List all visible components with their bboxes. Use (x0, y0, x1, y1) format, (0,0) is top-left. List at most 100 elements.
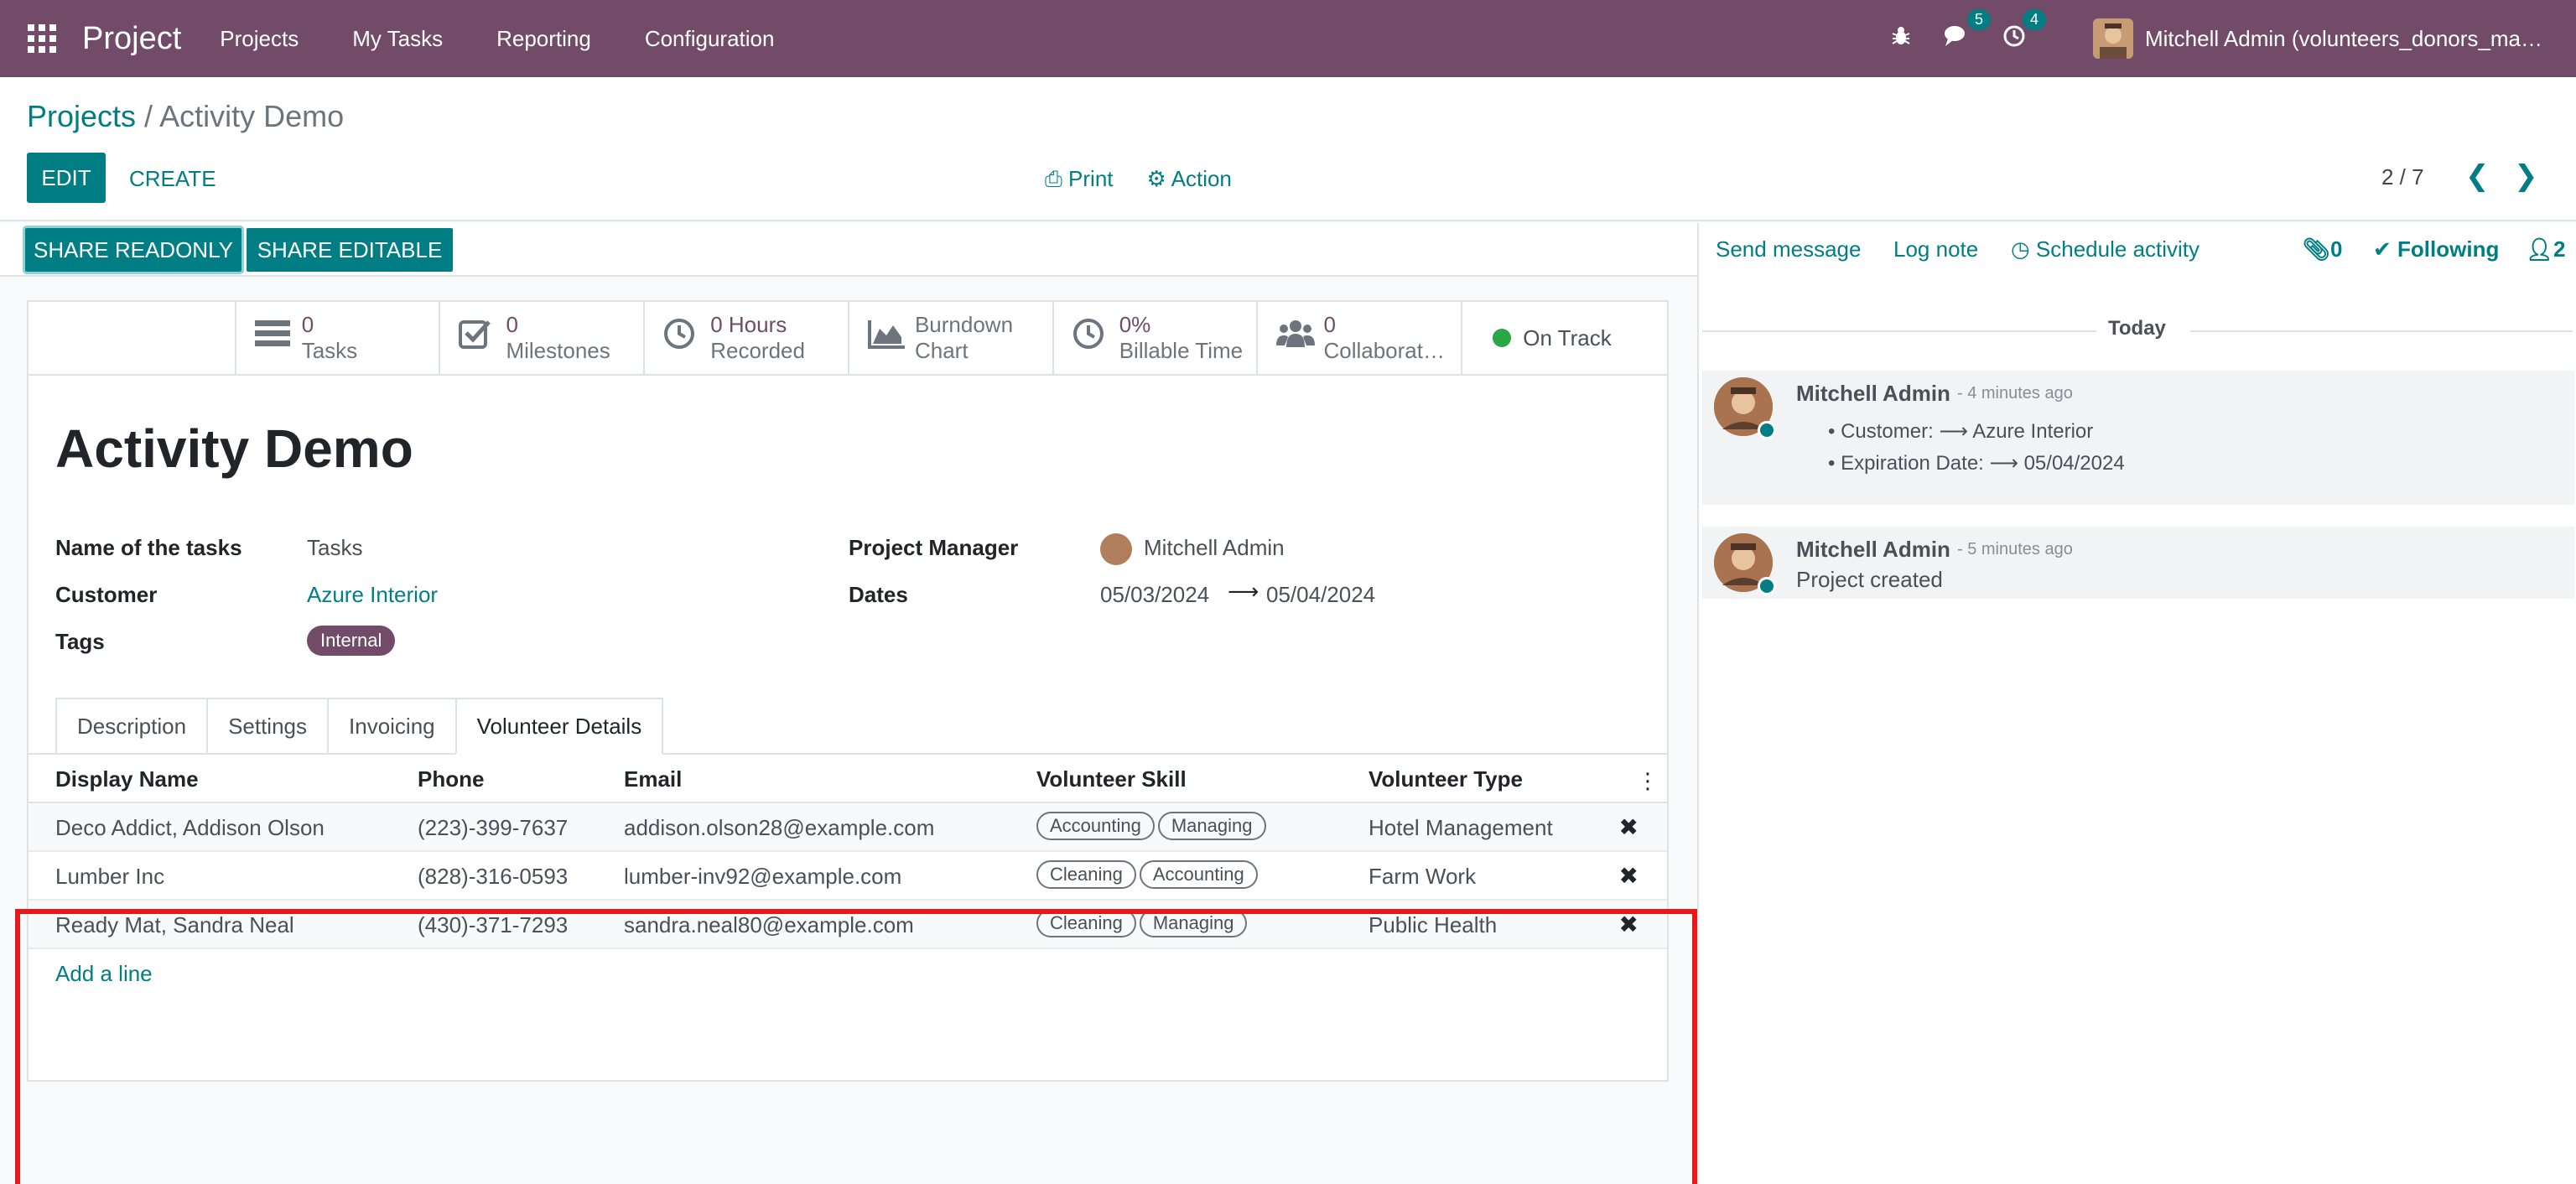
smart-buttons: 0 Tasks 0 Milestones 0 Hours Recorded Burnd… (29, 302, 1667, 376)
table-row[interactable]: Deco Addict, Addison Olson (223)-399-763… (29, 803, 1667, 852)
form-statusbar: SHARE READONLY SHARE EDITABLE (0, 223, 1697, 277)
cell-volunteer-type: Hotel Management (1368, 815, 1553, 840)
apps-menu-icon[interactable] (0, 0, 84, 77)
billable-percent: 0% (1119, 312, 1151, 337)
date-start[interactable]: 05/03/2024 (1100, 582, 1209, 608)
cell-email: lumber-inv92@example.com (624, 864, 902, 889)
smart-button-billable[interactable]: 0% Billable Time (1054, 302, 1259, 374)
gear-icon: ⚙ (1146, 166, 1166, 191)
print-label: Print (1068, 166, 1114, 191)
tracking-expiration: Expiration Date: ⟶ 05/04/2024 (1841, 452, 2125, 475)
smart-button-collaborators[interactable]: 0 Collaborat… (1258, 302, 1463, 374)
billable-label: Billable Time (1119, 338, 1244, 363)
tracking-line: • Customer: ⟶ Azure Interior (1828, 420, 2094, 443)
header-volunteer-type[interactable]: Volunteer Type (1368, 766, 1523, 792)
messages-count-badge: 5 (1966, 8, 1991, 30)
following-label: Following (2397, 236, 2500, 262)
user-name[interactable]: Mitchell Admin (volunteers_donors_ma… (2145, 26, 2542, 52)
project-title[interactable]: Activity Demo (55, 418, 413, 480)
cell-phone: (828)-316-0593 (418, 864, 569, 889)
message-author[interactable]: Mitchell Admin (1796, 537, 1950, 563)
tracking-customer: Customer: ⟶ Azure Interior (1841, 420, 2094, 443)
delete-row-icon[interactable]: ✖ (1619, 862, 1639, 890)
name-of-tasks-value[interactable]: Tasks (307, 535, 362, 561)
tracking-line: • Expiration Date: ⟶ 05/04/2024 (1828, 452, 2125, 475)
tab-invoicing[interactable]: Invoicing (327, 698, 455, 755)
menu-projects[interactable]: Projects (220, 26, 299, 52)
user-icon: 👤︎ (2526, 236, 2554, 262)
header-email[interactable]: Email (624, 766, 682, 792)
action-button[interactable]: ⚙ Action (1147, 166, 1232, 193)
app-name[interactable]: Project (82, 21, 181, 57)
online-status-dot (1758, 577, 1776, 595)
date-arrow-icon: ⟶ (1228, 579, 1259, 604)
breadcrumb-projects-link[interactable]: Projects (27, 99, 136, 133)
attachments-count: 0 (2330, 236, 2343, 262)
share-readonly-button[interactable]: SHARE READONLY (25, 228, 242, 272)
create-button[interactable]: CREATE (129, 166, 216, 192)
followers-button[interactable]: 👤︎2 (2526, 236, 2565, 262)
breadcrumb-current: Activity Demo (159, 99, 345, 133)
tab-settings[interactable]: Settings (206, 698, 328, 755)
tag-internal[interactable]: Internal (307, 626, 396, 656)
pager-value[interactable]: 2 / 7 (2381, 164, 2424, 190)
smart-button-hours-recorded[interactable]: 0 Hours Recorded (645, 302, 849, 374)
pager-previous-icon[interactable]: ❮ (2465, 159, 2490, 193)
menu-reporting[interactable]: Reporting (496, 26, 591, 52)
message-body: Project created (1796, 567, 1943, 592)
milestones-label: Milestones (506, 338, 610, 363)
action-label: Action (1171, 166, 1232, 191)
tasks-icon (254, 319, 302, 357)
skill-tag: Cleaning (1036, 860, 1136, 889)
user-avatar[interactable] (2093, 18, 2133, 59)
send-message-button[interactable]: Send message (1716, 236, 1861, 262)
milestones-count: 0 (506, 312, 518, 337)
status-dot-icon (1493, 329, 1512, 347)
smart-button-milestones[interactable]: 0 Milestones (440, 302, 646, 374)
project-manager-value[interactable]: Mitchell Admin (1144, 535, 1285, 561)
name-of-tasks-label: Name of the tasks (55, 535, 242, 560)
chatter-message[interactable]: Mitchell Admin - 4 minutes ago • Custome… (1702, 371, 2574, 505)
table-row[interactable]: Lumber Inc (828)-316-0593 lumber-inv92@e… (29, 852, 1667, 901)
tab-volunteer-details[interactable]: Volunteer Details (454, 698, 664, 755)
header-volunteer-skill[interactable]: Volunteer Skill (1036, 766, 1187, 792)
message-time: - 4 minutes ago (1957, 384, 2073, 402)
chatter-message[interactable]: Mitchell Admin - 5 minutes ago Project c… (1702, 527, 2574, 599)
message-author[interactable]: Mitchell Admin (1796, 381, 1950, 407)
date-end[interactable]: 05/04/2024 (1266, 582, 1375, 608)
log-note-button[interactable]: Log note (1893, 236, 1978, 262)
menu-my-tasks[interactable]: My Tasks (352, 26, 443, 52)
area-chart-icon (867, 319, 915, 357)
customer-link[interactable]: Azure Interior (307, 582, 438, 608)
project-manager-label: Project Manager (849, 535, 1019, 560)
check-icon (459, 319, 506, 357)
header-display-name[interactable]: Display Name (55, 766, 199, 792)
attachments-button[interactable]: 📎︎0 (2303, 236, 2342, 262)
delete-row-icon[interactable]: ✖ (1619, 813, 1639, 841)
users-icon (1276, 319, 1323, 357)
following-button[interactable]: ✔ Following (2373, 236, 2499, 262)
date-divider-today: Today (2108, 317, 2166, 340)
activities-clock-icon[interactable]: 4 (2002, 8, 2046, 54)
edit-button[interactable]: EDIT (27, 153, 106, 203)
tab-description[interactable]: Description (55, 698, 207, 755)
menu-configuration[interactable]: Configuration (645, 26, 775, 52)
print-button[interactable]: ⎙ Print (1045, 166, 1114, 193)
messages-icon[interactable]: 5 (1944, 8, 1991, 54)
header-phone[interactable]: Phone (418, 766, 484, 792)
cell-email: addison.olson28@example.com (624, 815, 935, 840)
print-action-group: ⎙ Print ⚙ Action (1045, 166, 1232, 193)
status-on-track[interactable]: On Track (1462, 302, 1667, 374)
notebook-tabs: Description Settings Invoicing Volunteer… (55, 698, 664, 755)
optional-columns-icon[interactable]: ⋮ (1637, 768, 1659, 794)
status-label: On Track (1523, 325, 1612, 351)
schedule-activity-button[interactable]: ◷ Schedule activity (2011, 236, 2199, 262)
chatter-topbar: Send message Log note ◷ Schedule activit… (1699, 223, 2576, 277)
smart-button-burndown[interactable]: Burndown Chart (849, 302, 1054, 374)
smart-button-tasks[interactable]: 0 Tasks (236, 302, 441, 374)
pager-next-icon[interactable]: ❯ (2514, 159, 2538, 193)
debug-bug-icon[interactable] (1890, 25, 1912, 53)
burndown-label-2: Chart (914, 338, 969, 363)
share-editable-button[interactable]: SHARE EDITABLE (247, 228, 453, 272)
tasks-label: Tasks (301, 338, 358, 363)
